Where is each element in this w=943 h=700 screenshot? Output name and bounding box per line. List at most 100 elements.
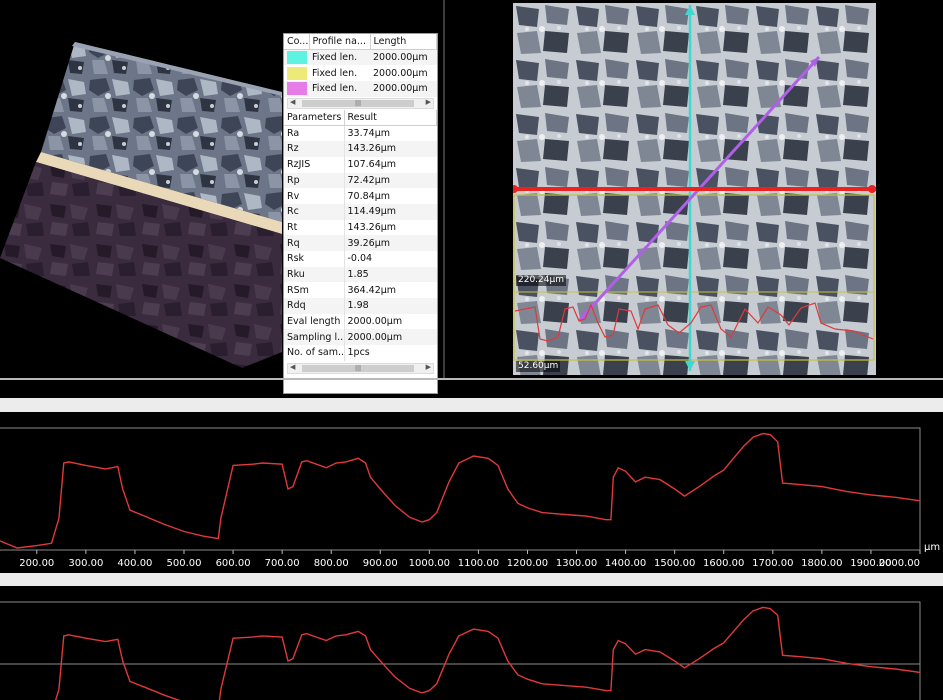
parameter-name: Rp xyxy=(284,172,345,189)
parameter-name: No. of sam... xyxy=(284,345,345,361)
col-header-result[interactable]: Result xyxy=(344,109,437,126)
result-row[interactable]: Eval length 2000.00µm xyxy=(284,313,437,330)
result-row[interactable]: Rku 1.85 xyxy=(284,266,437,283)
result-row[interactable]: RzJIS 107.64µm xyxy=(284,156,437,173)
result-row[interactable]: No. of sam... 1pcs xyxy=(284,345,437,361)
profile-row-cyan[interactable]: Fixed len. 2000.00µm xyxy=(284,49,437,66)
profile-line xyxy=(54,606,921,700)
result-row[interactable]: RSm 364.42µm xyxy=(284,282,437,298)
col-header-profile-name[interactable]: Profile na... xyxy=(309,34,371,51)
profile-length: 2000.00µm xyxy=(370,49,437,66)
parameter-value: 72.42µm xyxy=(344,172,437,189)
parameter-value: 114.49µm xyxy=(344,203,437,220)
x-tick-label: 700.00 xyxy=(265,558,300,569)
scroll-right-arrow-icon[interactable]: ▶ xyxy=(426,98,431,106)
parameter-value: 33.74µm xyxy=(347,128,391,140)
profile-name: Fixed len. xyxy=(309,81,370,97)
profiles-table: Co... Profile na... Length Fixed len. 20… xyxy=(284,34,437,97)
x-tick-label: 1800.00 xyxy=(801,558,842,569)
chart1-toolbar-strip xyxy=(0,398,943,412)
x-tick-label: 800.00 xyxy=(314,558,349,569)
parameter-name: Rdq xyxy=(284,298,345,314)
x-tick-label: 200.00 xyxy=(19,558,54,569)
color-swatch-yellow xyxy=(287,66,307,80)
result-row[interactable]: Rt 143.26µm xyxy=(284,219,437,236)
scroll-left-arrow-icon[interactable]: ◀ xyxy=(290,98,295,106)
profile-name: Fixed len. xyxy=(312,67,358,79)
parameter-value: -0.04 xyxy=(347,253,373,265)
x-tick-label: 1200.00 xyxy=(507,558,548,569)
col-header-length[interactable]: Length xyxy=(370,34,437,51)
parameter-name: Rv xyxy=(284,188,345,204)
result-row[interactable]: Rdq 1.98 xyxy=(284,298,437,314)
result-row[interactable]: Rsk -0.04 xyxy=(284,250,437,267)
profile-chart-2-plot xyxy=(0,601,921,700)
parameter-name: Rku xyxy=(284,266,345,283)
parameter-value: 1pcs xyxy=(347,347,370,359)
profiles-horizontal-scrollbar[interactable]: ◀ ||| ▶ xyxy=(287,97,434,109)
x-tick-label: 1000.00 xyxy=(409,558,450,569)
scroll-right-arrow-icon[interactable]: ▶ xyxy=(426,363,431,371)
pane-divider[interactable] xyxy=(443,0,445,378)
x-tick-label: 1300.00 xyxy=(556,558,597,569)
profile-chart-1[interactable]: 200.00 300.00 400.00 500.00 600.00 700.00 800.… xyxy=(0,412,943,573)
x-tick-label: 500.00 xyxy=(167,558,202,569)
result-row[interactable]: Rv 70.84µm xyxy=(284,188,437,204)
parameter-name: Ra xyxy=(284,125,345,142)
micrograph-view[interactable]: 220.24µm 52.60µm xyxy=(513,3,876,375)
results-table: Parameters Result Ra 33.74µm Rz 143.26µm RzJ… xyxy=(284,109,437,361)
result-row[interactable]: Rp 72.42µm xyxy=(284,172,437,189)
result-row[interactable]: Rq 39.26µm xyxy=(284,235,437,251)
x-unit-label: µm xyxy=(924,542,940,553)
x-tick-label: 300.00 xyxy=(68,558,103,569)
parameter-name: Sampling l... xyxy=(284,329,345,346)
parameter-value: 1.98 xyxy=(344,298,437,314)
plot-frame xyxy=(0,427,921,551)
chart2-toolbar-strip xyxy=(0,573,943,586)
scroll-left-arrow-icon[interactable]: ◀ xyxy=(290,363,295,371)
result-row[interactable]: Ra 33.74µm xyxy=(284,125,437,142)
scroll-thumb[interactable]: ||| xyxy=(302,99,414,107)
result-row[interactable]: Rz 143.26µm xyxy=(284,141,437,157)
parameter-name: Rz xyxy=(284,141,345,157)
col-header-parameters[interactable]: Parameters xyxy=(284,109,345,126)
x-tick-label: 600.00 xyxy=(216,558,251,569)
parameter-value: 364.42µm xyxy=(347,284,397,296)
micrograph-image xyxy=(513,3,876,375)
parameter-value: 2000.00µm xyxy=(344,329,437,346)
profile-row-yellow[interactable]: Fixed len. 2000.00µm xyxy=(284,65,437,81)
parameter-name: RSm xyxy=(284,282,345,298)
profile-length: 2000.00µm xyxy=(370,81,437,97)
x-tick-label: 400.00 xyxy=(117,558,152,569)
profile-line xyxy=(0,432,921,549)
scale-label-bottom: 52.60µm xyxy=(516,361,561,372)
parameter-value: 143.26µm xyxy=(344,141,437,157)
scroll-thumb[interactable]: ||| xyxy=(302,364,414,372)
profile-analysis-window: 220.24µm 52.60µm Co... Profile na... Len… xyxy=(0,0,943,700)
parameter-value: 2000.00µm xyxy=(347,316,403,328)
top-divider[interactable] xyxy=(0,378,943,380)
parameter-name: Rc xyxy=(284,203,345,220)
parameter-value: 39.26µm xyxy=(344,235,437,251)
col-header-color[interactable]: Co... xyxy=(284,34,310,51)
profile-row-magenta[interactable]: Fixed len. 2000.00µm xyxy=(284,81,437,97)
color-swatch-cyan xyxy=(287,51,307,65)
profile-chart-2[interactable] xyxy=(0,586,943,700)
color-swatch-magenta xyxy=(287,82,307,96)
x-tick-label: 1500.00 xyxy=(654,558,695,569)
result-row[interactable]: Sampling l... 2000.00µm xyxy=(284,329,437,346)
parameter-value: 143.26µm xyxy=(347,221,397,233)
result-row[interactable]: Rc 114.49µm xyxy=(284,203,437,220)
x-tick-label: 2000.00 xyxy=(879,558,920,569)
parameter-name: Eval length xyxy=(284,313,345,330)
parameter-name: Rsk xyxy=(284,250,345,267)
x-tick-label: 1100.00 xyxy=(458,558,499,569)
profile-length: 2000.00µm xyxy=(373,67,428,79)
profile-chart-1-plot: 200.00 300.00 400.00 500.00 600.00 700.00 800.… xyxy=(0,427,940,569)
parameter-value: 70.84µm xyxy=(347,190,391,202)
results-horizontal-scrollbar[interactable]: ◀ ||| ▶ xyxy=(287,362,434,374)
parameter-name: Rq xyxy=(284,235,345,251)
x-tick-label: 1600.00 xyxy=(703,558,744,569)
parameter-value: 1.85 xyxy=(344,266,437,283)
x-tick-label: 1700.00 xyxy=(752,558,793,569)
